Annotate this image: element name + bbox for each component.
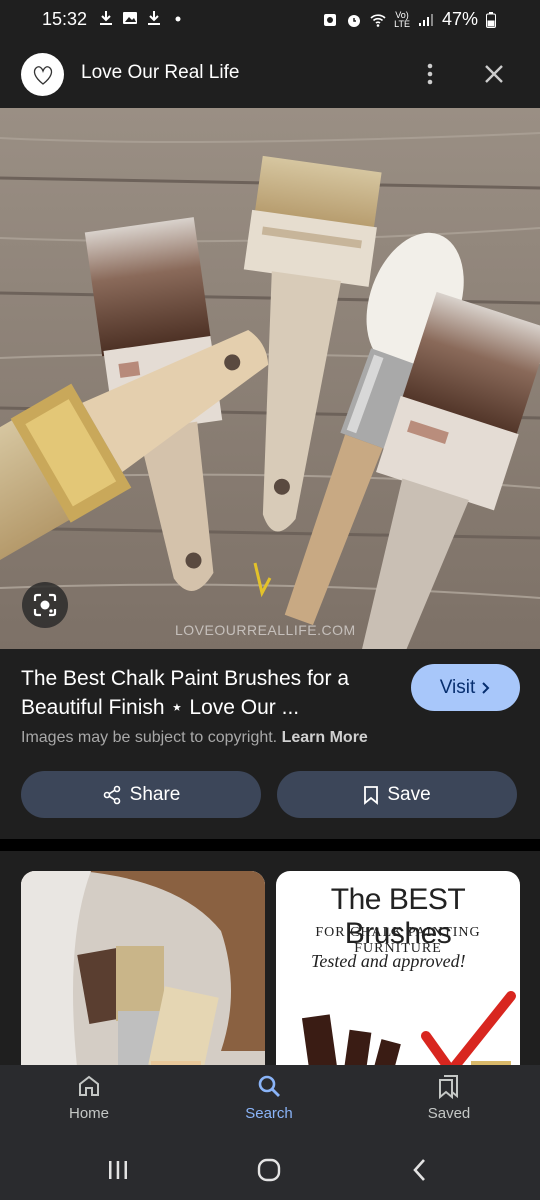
share-button[interactable]: Share (21, 771, 261, 818)
close-icon (485, 65, 503, 83)
recents-icon (109, 1161, 127, 1179)
alarm-lock-icon (324, 13, 337, 26)
save-label: Save (387, 783, 431, 805)
battery-percent: 47% (441, 9, 478, 29)
nav-saved-label: Saved (427, 1105, 471, 1122)
bottom-navigation: Home Search Saved (0, 1065, 540, 1140)
google-lens-button[interactable] (22, 582, 68, 628)
related-image-card[interactable] (21, 871, 265, 1065)
nav-search[interactable]: Search (209, 1073, 329, 1135)
status-bar: 15:32 Vo) LTE 47% (0, 0, 540, 40)
share-icon (103, 785, 120, 804)
nav-home[interactable]: Home (29, 1073, 149, 1135)
bookmarks-icon (439, 1075, 458, 1099)
download-icon (148, 11, 160, 25)
more-options-button[interactable] (418, 58, 442, 90)
save-button[interactable]: Save (277, 771, 517, 818)
network-type: LTE (394, 18, 410, 29)
recents-button[interactable] (98, 1154, 138, 1186)
chevron-right-icon (482, 681, 490, 694)
visit-button[interactable]: Visit (411, 664, 520, 711)
result-title[interactable]: The Best Chalk Paint Brushes for a Beaut… (21, 664, 401, 722)
bookmark-icon (364, 785, 379, 805)
site-header: Love Our Real Life (0, 40, 540, 108)
download-icon (100, 11, 112, 25)
wifi-icon (370, 13, 386, 27)
system-navigation-bar (0, 1140, 540, 1200)
dot-icon (175, 16, 181, 22)
result-info-panel: The Best Chalk Paint Brushes for a Beaut… (0, 649, 540, 839)
battery-icon (486, 11, 496, 28)
nav-search-label: Search (245, 1105, 293, 1122)
system-status-icons: Vo) LTE 47% (322, 9, 496, 30)
close-button[interactable] (478, 58, 510, 90)
result-image[interactable] (0, 108, 540, 649)
related-image-brushes-hand (21, 871, 265, 1065)
section-divider (0, 839, 540, 851)
copyright-notice: Images may be subject to copyright. Lear… (21, 729, 368, 747)
learn-more-link[interactable]: Learn More (282, 729, 368, 746)
notification-icons (98, 10, 186, 26)
copyright-text: Images may be subject to copyright. (21, 729, 278, 746)
search-icon (258, 1075, 280, 1097)
related-image-card[interactable]: The BEST Brushes FOR CHALK PAINTING FURN… (276, 871, 520, 1065)
back-icon (413, 1159, 425, 1181)
status-time: 15:32 (42, 9, 88, 29)
back-button[interactable] (400, 1154, 440, 1186)
signal-icon (418, 13, 433, 26)
brushes-checkmark-illustration (301, 991, 516, 1065)
visit-label: Visit (439, 676, 476, 698)
volte-icon: Vo) LTE (394, 9, 410, 29)
home-system-button[interactable] (249, 1154, 289, 1186)
heart-outline-icon (33, 65, 52, 85)
google-lens-icon (33, 593, 57, 617)
nav-home-label: Home (68, 1105, 109, 1122)
image-watermark: LOVEOURREALLIFE.COM (175, 622, 356, 638)
card2-tagline: Tested and approved! (311, 951, 466, 971)
share-label: Share (129, 783, 181, 805)
nav-saved[interactable]: Saved (389, 1073, 509, 1135)
alarm-icon (348, 14, 361, 27)
paint-brushes-photo (0, 108, 540, 649)
home-icon (79, 1075, 99, 1096)
site-logo[interactable] (21, 53, 64, 96)
site-name[interactable]: Love Our Real Life (81, 62, 239, 84)
more-vert-icon (427, 63, 433, 85)
image-icon (123, 12, 137, 24)
related-images-grid: The BEST Brushes FOR CHALK PAINTING FURN… (0, 851, 540, 1065)
home-circle-icon (257, 1158, 281, 1182)
